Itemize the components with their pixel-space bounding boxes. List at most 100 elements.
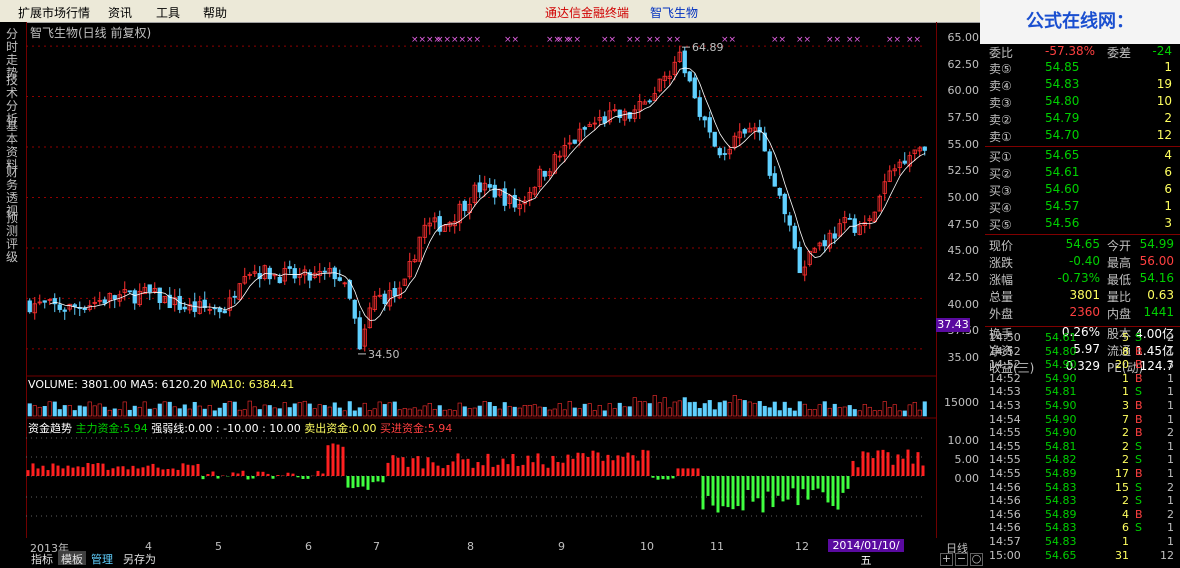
volume-bar <box>817 404 822 417</box>
candle-body <box>902 160 907 164</box>
candle-body <box>322 270 327 273</box>
candle-body <box>352 299 357 319</box>
candle-body <box>392 288 397 297</box>
volume-bar <box>47 401 52 417</box>
volume-bar <box>472 407 477 417</box>
candle-body <box>102 299 107 304</box>
volume-bar <box>32 405 37 417</box>
volume-bar <box>742 400 747 417</box>
volume-bar <box>317 404 322 417</box>
volume-bar <box>462 406 467 417</box>
candle-body <box>27 300 32 313</box>
month-label: 9 <box>558 540 565 553</box>
volume-bar <box>887 407 892 417</box>
volume-bar <box>837 407 842 417</box>
volume-bar <box>757 401 762 417</box>
tab-manage[interactable]: 管理 <box>88 551 116 566</box>
volume-bar <box>622 406 627 417</box>
volume-bar <box>807 409 812 417</box>
candle-body <box>542 170 547 177</box>
volume-bar <box>102 406 107 417</box>
price-tick: 52.50 <box>947 164 980 177</box>
volume-bar <box>877 410 882 417</box>
candle-body <box>492 184 497 198</box>
volume-bar <box>532 404 537 417</box>
candle-body <box>217 307 222 313</box>
quote-panel: 委比 -57.38% 委差 -24 卖⑤ 54.85 1 卖④ 54.83 19 卖③ 5… <box>985 44 1180 566</box>
volume-bar <box>207 405 212 417</box>
tab-indicator[interactable]: 指标 <box>28 551 56 566</box>
volume-bar <box>582 403 587 417</box>
volume-bar <box>157 403 162 417</box>
candle-body <box>337 277 342 281</box>
volume-bar <box>52 401 57 417</box>
ask-row-5: 卖⑤ 54.85 1 <box>989 60 1172 76</box>
volume-bar <box>177 408 182 417</box>
kline-chart[interactable]: 64.8934.50×× ×××× ×× ×× ×× ×××××× ×× ×× ×× ×× ×× ××… <box>26 22 936 538</box>
volume-bar <box>542 406 547 417</box>
restore-button[interactable]: ○ <box>970 553 983 566</box>
high-label: 64.89 <box>692 41 724 54</box>
candle-body <box>112 295 117 300</box>
volume-bar <box>397 409 402 417</box>
menu-extended-market[interactable]: 扩展市场行情 <box>18 4 90 21</box>
volume-bar <box>267 405 272 417</box>
volume-bar <box>882 401 887 417</box>
tab-forecast[interactable]: 预测评级 <box>6 212 20 264</box>
date-badge: 2014/01/10/五 <box>828 539 904 567</box>
volume-bar <box>57 409 62 417</box>
volume-bar <box>852 409 857 417</box>
menu-help[interactable]: 帮助 <box>203 4 227 21</box>
volume-bar <box>132 405 137 417</box>
signal-marker: ×× <box>846 35 861 45</box>
volume-bar <box>867 406 872 417</box>
volume-bar <box>297 402 302 417</box>
ask-row-3: 卖③ 54.80 10 <box>989 94 1172 110</box>
volume-bar <box>97 403 102 417</box>
month-label: 5 <box>215 540 222 553</box>
menu-tools[interactable]: 工具 <box>156 4 180 21</box>
volume-bar <box>197 405 202 417</box>
signal-marker: ×× <box>906 35 921 45</box>
volume-bar <box>282 402 287 417</box>
candle-body <box>487 184 492 188</box>
candle-body <box>127 290 132 293</box>
candle-body <box>702 116 707 121</box>
volume-bar <box>797 401 802 417</box>
tab-save-as[interactable]: 另存为 <box>120 551 159 566</box>
volume-bar <box>127 409 132 417</box>
watermark: 公式在线网：www.gszx.com.cn <box>980 0 1180 76</box>
volume-bar <box>672 401 677 417</box>
volume-bar <box>352 410 357 417</box>
volume-bar <box>262 404 267 417</box>
volume-bar <box>62 405 67 417</box>
volume-bar <box>487 402 492 417</box>
volume-bar <box>42 406 47 417</box>
volume-bar <box>917 409 922 417</box>
volume-bar <box>242 409 247 417</box>
candle-body <box>722 153 727 155</box>
volume-bar <box>772 401 777 417</box>
volume-bar <box>382 404 387 417</box>
candle-body <box>742 129 747 134</box>
volume-bar <box>732 395 737 417</box>
zoom-out-button[interactable]: − <box>955 553 968 566</box>
menu-news[interactable]: 资讯 <box>108 4 132 21</box>
volume-bar <box>517 407 522 417</box>
zoom-in-button[interactable]: + <box>940 553 953 566</box>
price-tick: 57.50 <box>947 111 980 124</box>
ma-line <box>49 67 926 321</box>
left-tabs: 分时走势 技术分析 基本资料 财务透视 预测评级 <box>0 22 27 546</box>
tab-template[interactable]: 模板 <box>58 551 86 566</box>
volume-bar <box>72 410 77 417</box>
menu-bar: 扩展市场行情 资讯 工具 帮助 通达信金融终端 智飞生物 <box>0 0 980 23</box>
price-tick: 42.50 <box>947 271 980 284</box>
volume-bar <box>257 409 262 417</box>
volume-bar <box>652 395 657 417</box>
signal-marker: ×× <box>646 35 661 45</box>
candle-body <box>772 173 777 187</box>
volume-bar <box>387 402 392 417</box>
volume-bar <box>787 407 792 417</box>
candle-body <box>62 309 67 312</box>
volume-bar <box>327 406 332 417</box>
